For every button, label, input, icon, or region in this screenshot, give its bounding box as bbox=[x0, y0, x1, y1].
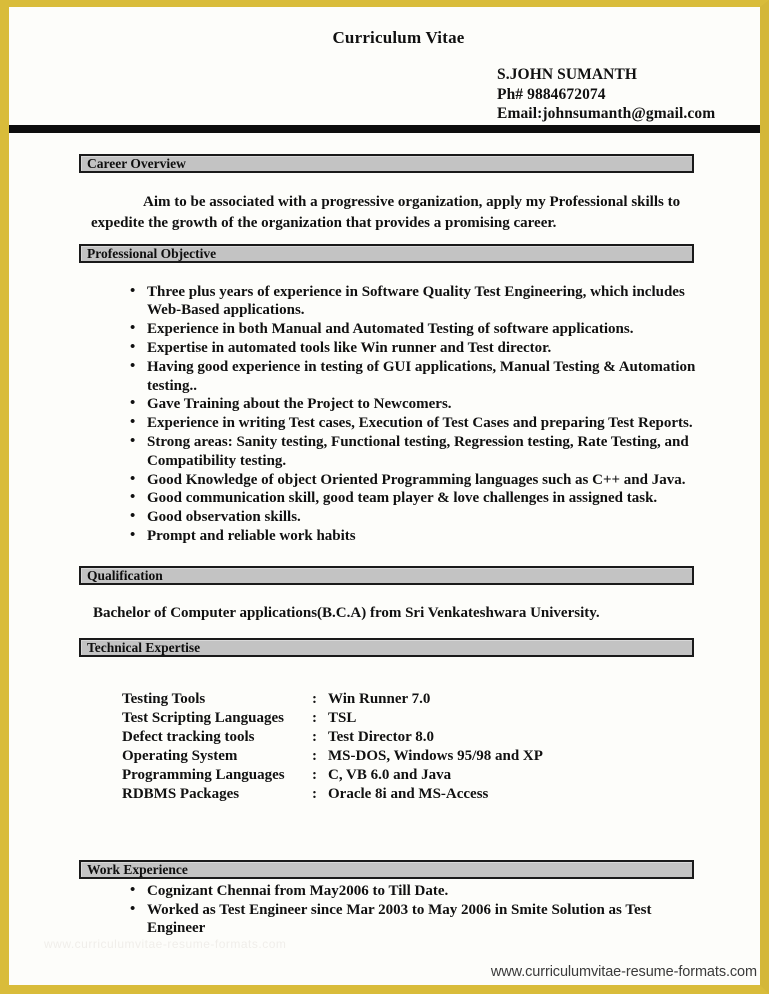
table-cell-value: Win Runner 7.0 bbox=[328, 691, 431, 707]
table-cell-separator: : bbox=[312, 729, 317, 745]
footer-url: www.curriculumvitae-resume-formats.com bbox=[490, 964, 757, 980]
section-header-work-experience-label: Work Experience bbox=[87, 862, 188, 877]
list-item: Good Knowledge of object Oriented Progra… bbox=[129, 470, 704, 489]
list-item: Worked as Test Engineer since Mar 2003 t… bbox=[129, 900, 669, 938]
table-cell-key: RDBMS Packages bbox=[122, 786, 240, 802]
candidate-email: Email:johnsumanth@gmail.com bbox=[497, 105, 716, 122]
table-row: Programming Languages : C, VB 6.0 and Ja… bbox=[122, 767, 543, 786]
header-divider bbox=[9, 125, 760, 133]
table-cell-separator: : bbox=[312, 748, 317, 764]
section-header-technical-expertise-label: Technical Expertise bbox=[87, 640, 201, 655]
section-header-technical-expertise: Technical Expertise bbox=[79, 638, 694, 657]
section-header-qualification: Qualification bbox=[79, 566, 694, 585]
career-overview-paragraph: Aim to be associated with a progressive … bbox=[91, 194, 681, 231]
list-item: Having good experience in testing of GUI… bbox=[129, 357, 704, 395]
section-header-professional-objective: Professional Objective bbox=[79, 244, 694, 263]
table-cell-key: Programming Languages bbox=[122, 767, 285, 783]
table-cell-value: TSL bbox=[328, 710, 357, 726]
list-item: Good observation skills. bbox=[129, 507, 704, 526]
list-item: Experience in writing Test cases, Execut… bbox=[129, 413, 704, 432]
candidate-name: S.JOHN SUMANTH bbox=[497, 66, 638, 83]
list-item: Expertise in automated tools like Win ru… bbox=[129, 338, 704, 357]
table-cell-value: MS-DOS, Windows 95/98 and XP bbox=[328, 748, 543, 764]
table-row: Operating System : MS-DOS, Windows 95/98… bbox=[122, 748, 543, 767]
list-item: Gave Training about the Project to Newco… bbox=[129, 394, 704, 413]
section-header-career-overview: Career Overview bbox=[79, 154, 694, 173]
work-experience-list: Cognizant Chennai from May2006 to Till D… bbox=[129, 881, 669, 938]
page-watermark: www.curriculumvitae-resume-formats.com bbox=[44, 937, 287, 951]
section-header-qualification-label: Qualification bbox=[87, 568, 163, 583]
table-cell-separator: : bbox=[312, 710, 317, 726]
list-item: Good communication skill, good team play… bbox=[129, 488, 704, 507]
table-row: RDBMS Packages : Oracle 8i and MS-Access bbox=[122, 786, 543, 805]
table-cell-separator: : bbox=[312, 691, 317, 707]
technical-expertise-table: Testing Tools : Win Runner 7.0 Test Scri… bbox=[122, 691, 543, 805]
page-title: Curriculum Vitae bbox=[332, 28, 465, 47]
qualification-paragraph: Bachelor of Computer applications(B.C.A)… bbox=[93, 605, 600, 621]
section-header-work-experience: Work Experience bbox=[79, 860, 694, 879]
table-cell-key: Test Scripting Languages bbox=[122, 710, 284, 726]
table-row: Defect tracking tools : Test Director 8.… bbox=[122, 729, 543, 748]
table-cell-key: Defect tracking tools bbox=[122, 729, 255, 745]
table-cell-separator: : bbox=[312, 767, 317, 783]
table-row: Test Scripting Languages : TSL bbox=[122, 710, 543, 729]
table-cell-value: Oracle 8i and MS-Access bbox=[328, 786, 489, 802]
list-item: Experience in both Manual and Automated … bbox=[129, 319, 704, 338]
table-cell-separator: : bbox=[312, 786, 317, 802]
table-cell-value: Test Director 8.0 bbox=[328, 729, 434, 745]
list-item: Three plus years of experience in Softwa… bbox=[129, 282, 704, 320]
list-item: Prompt and reliable work habits bbox=[129, 526, 704, 545]
cv-paper: Curriculum Vitae S.JOHN SUMANTH Ph# 9884… bbox=[9, 7, 760, 985]
cv-page: Curriculum Vitae S.JOHN SUMANTH Ph# 9884… bbox=[0, 0, 769, 994]
table-row: Testing Tools : Win Runner 7.0 bbox=[122, 691, 543, 710]
table-cell-key: Operating System bbox=[122, 748, 238, 764]
table-cell-key: Testing Tools bbox=[122, 691, 206, 707]
list-item: Strong areas: Sanity testing, Functional… bbox=[129, 432, 704, 470]
section-header-professional-objective-label: Professional Objective bbox=[87, 246, 217, 261]
table-cell-value: C, VB 6.0 and Java bbox=[328, 767, 452, 783]
section-header-career-overview-label: Career Overview bbox=[87, 156, 186, 171]
list-item: Cognizant Chennai from May2006 to Till D… bbox=[129, 881, 669, 900]
professional-objective-list: Three plus years of experience in Softwa… bbox=[129, 282, 704, 546]
contact-block: S.JOHN SUMANTH Ph# 9884672074 Email:john… bbox=[497, 65, 715, 124]
candidate-phone: Ph# 9884672074 bbox=[497, 85, 606, 103]
